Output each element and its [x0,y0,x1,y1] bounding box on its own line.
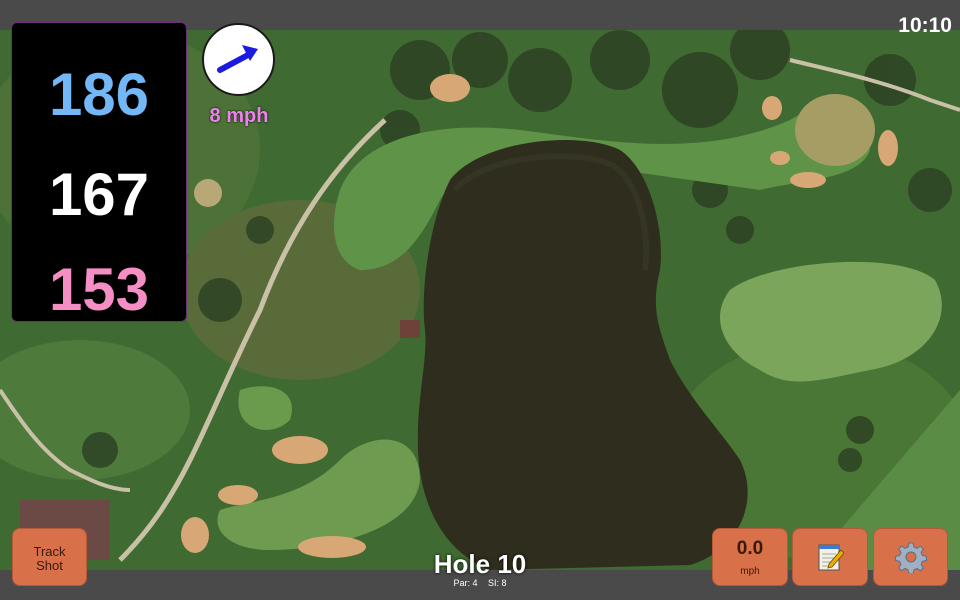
wind-speed: 8 mph [209,105,269,127]
hole-info: Par: 4 SI: 8 [380,578,580,588]
hole-stroke-index: SI: 8 [488,578,507,588]
distance-panel: 186 167 153 [11,22,187,322]
speed-unit: mph [740,566,760,577]
arrow-icon [217,45,258,73]
notepad-icon [818,544,845,571]
settings-button[interactable] [873,528,948,586]
hole-par: Par: 4 [453,578,478,588]
speed-value: 0.0 [736,538,764,559]
speed-button[interactable]: 0.0 mph [712,528,788,586]
track-shot-label-line2: Shot [36,558,63,573]
hole-title: Hole 10 [433,549,527,579]
notes-button[interactable] [792,528,868,586]
track-shot-label-line1: Track [33,544,66,559]
front-distance: 153 [48,256,150,323]
clock-time: 10:10 [898,14,952,37]
wind-direction-indicator [202,23,275,96]
gear-icon [894,542,927,573]
track-shot-button[interactable]: Track Shot [12,528,87,586]
middle-distance: 167 [48,161,150,228]
back-distance: 186 [48,61,150,128]
